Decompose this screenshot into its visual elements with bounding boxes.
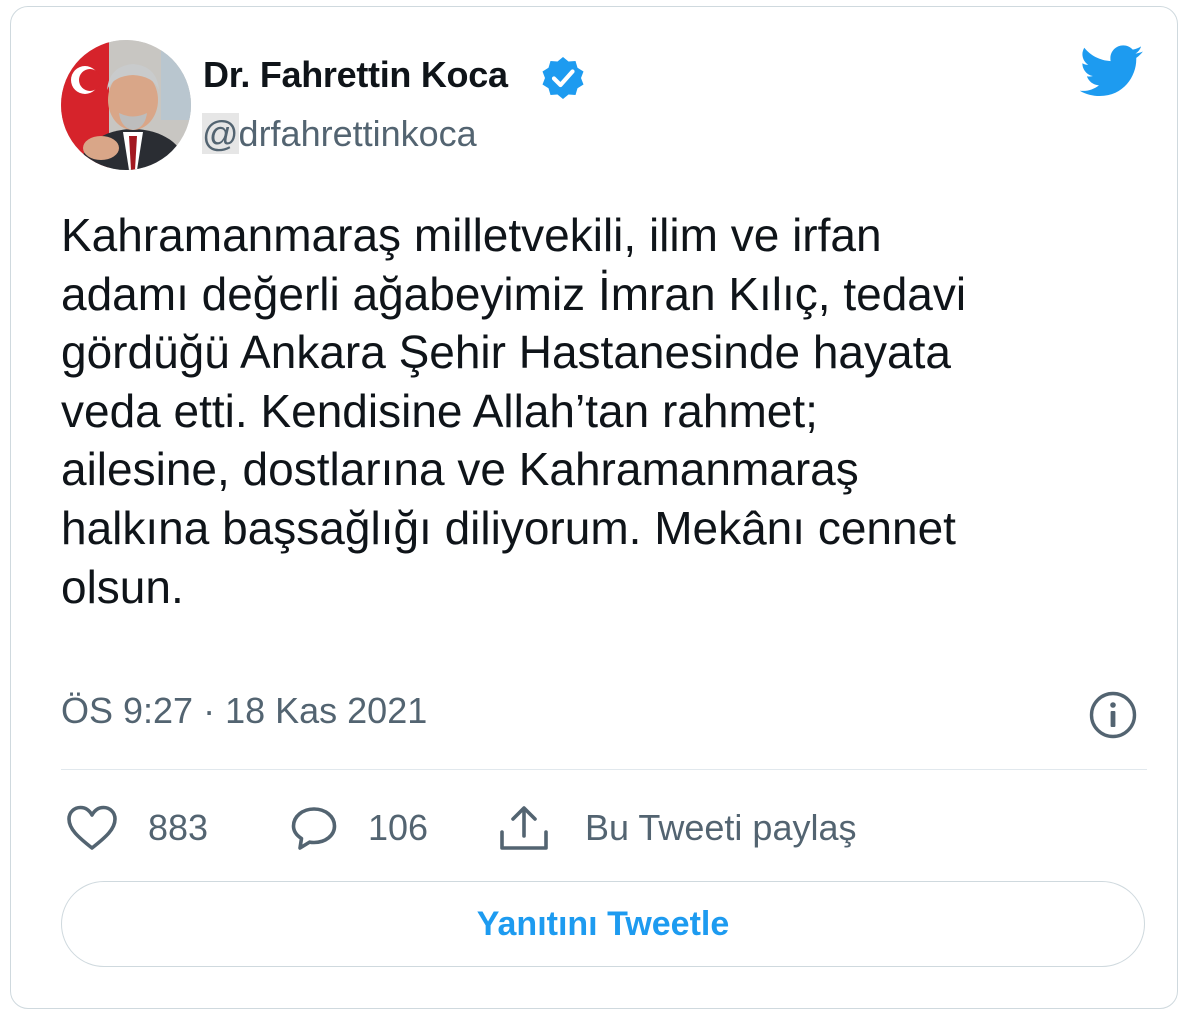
- author-display-name[interactable]: Dr. Fahrettin Koca: [203, 54, 508, 96]
- share-button[interactable]: Bu Tweeti paylaş: [496, 800, 857, 856]
- avatar[interactable]: [61, 40, 191, 170]
- handle-name: drfahrettinkoca: [238, 113, 477, 154]
- reply-button[interactable]: 106: [290, 800, 428, 856]
- like-count: 883: [148, 807, 209, 848]
- twitter-bird-icon[interactable]: [1080, 45, 1144, 99]
- info-icon[interactable]: [1088, 690, 1138, 740]
- divider: [61, 769, 1147, 770]
- tweet-text-line: Kahramanmaraş milletvekili, ilim ve irfa…: [61, 209, 882, 261]
- like-button[interactable]: 883: [66, 800, 208, 856]
- tweet-text-line: adamı değerli ağabeyimiz İmran Kılıç, te…: [61, 267, 967, 320]
- handle-at-sign: @: [202, 113, 239, 154]
- tweet-text-line: veda etti. Kendisine Allah’tan rahmet;: [61, 384, 818, 437]
- tweet-text-line: gördüğü Ankara Şehir Hastanesinde hayata: [61, 326, 951, 379]
- share-icon: [500, 806, 548, 850]
- tweet-text: Kahramanmaraş milletvekili, ilim ve irfa…: [61, 206, 1141, 616]
- author-handle[interactable]: @drfahrettinkoca: [202, 113, 477, 155]
- tweet-timestamp[interactable]: ÖS 9:27 · 18 Kas 2021: [61, 690, 427, 732]
- avatar-photo: [61, 40, 191, 170]
- comment-icon: [291, 807, 337, 850]
- verified-badge-icon: [542, 57, 584, 99]
- share-label: Bu Tweeti paylaş: [585, 807, 857, 848]
- tweet-text-line: halkına başsağlığı diliyorum. Mekânı cen…: [61, 501, 956, 554]
- tweet-text-line: olsun.: [61, 560, 184, 613]
- tweet-text-line: ailesine, dostlarına ve Kahramanmaraş: [61, 443, 859, 496]
- heart-icon: [67, 805, 117, 850]
- reply-tweet-button[interactable]: Yanıtını Tweetle: [61, 881, 1145, 967]
- reply-count: 106: [368, 807, 429, 848]
